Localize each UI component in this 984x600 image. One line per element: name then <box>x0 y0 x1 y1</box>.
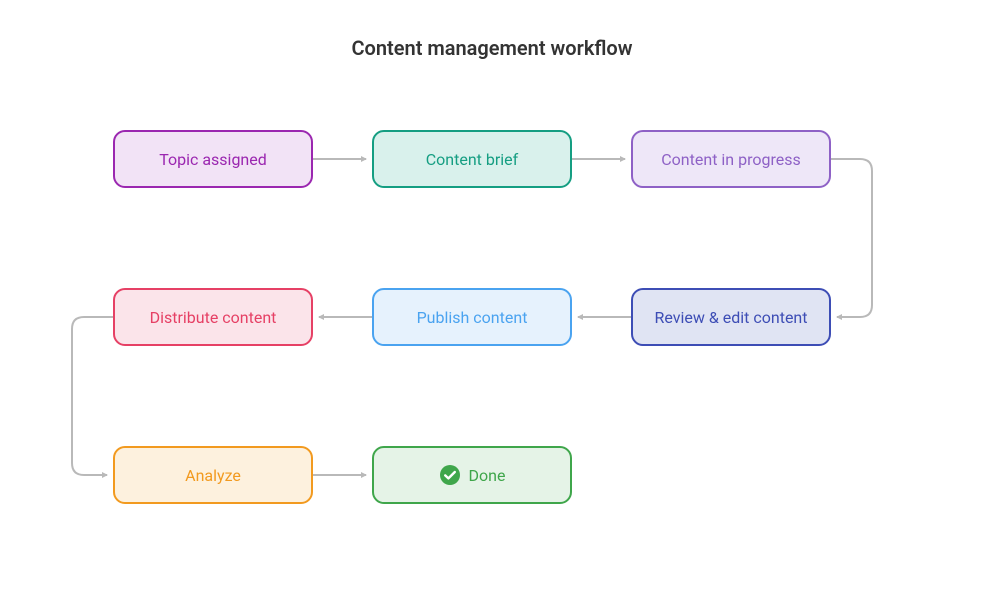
node-analyze: Analyze <box>113 446 313 504</box>
diagram-title: Content management workflow <box>0 36 984 60</box>
node-label: Publish content <box>417 308 528 327</box>
check-circle-icon <box>439 464 461 486</box>
node-label: Content brief <box>426 150 518 169</box>
node-distribute-content: Distribute content <box>113 288 313 346</box>
node-publish-content: Publish content <box>372 288 572 346</box>
node-content-in-progress: Content in progress <box>631 130 831 188</box>
node-label: Content in progress <box>661 150 800 169</box>
node-label: Topic assigned <box>159 150 267 169</box>
arrow-progress-to-review <box>831 159 872 317</box>
node-label: Distribute content <box>150 308 277 327</box>
arrow-distribute-to-analyze <box>72 317 113 475</box>
node-review-edit-content: Review & edit content <box>631 288 831 346</box>
node-label: Done <box>469 466 506 485</box>
node-content-brief: Content brief <box>372 130 572 188</box>
node-label: Analyze <box>185 466 241 485</box>
node-topic-assigned: Topic assigned <box>113 130 313 188</box>
node-label: Review & edit content <box>654 308 807 327</box>
node-done: Done <box>372 446 572 504</box>
